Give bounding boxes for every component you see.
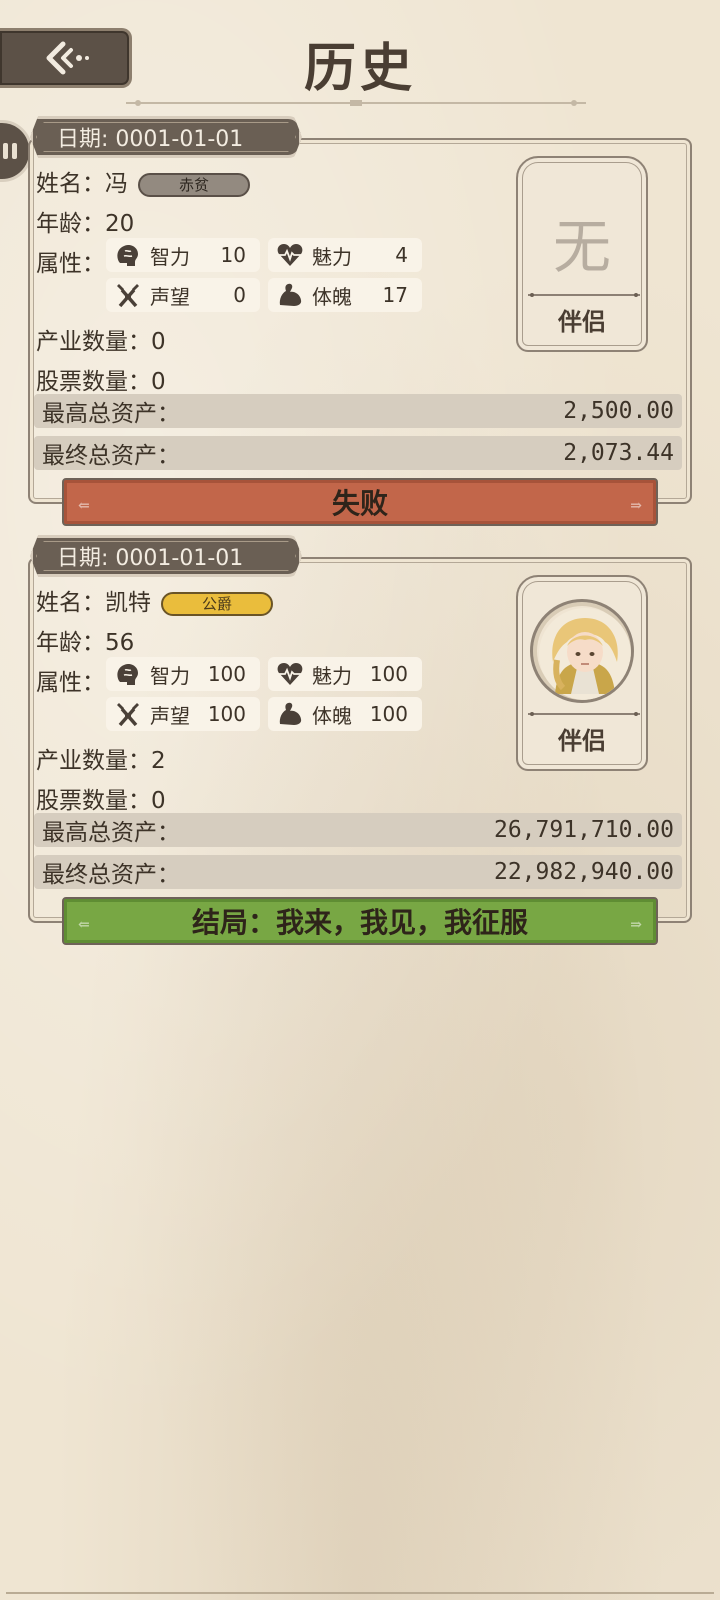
stat-reputation: 声望 0 bbox=[106, 278, 260, 312]
stat-physique: 体魄 100 bbox=[268, 697, 422, 731]
age-value: 56 bbox=[105, 630, 135, 656]
result-banner: ⇐ 失败 ⇒ bbox=[62, 478, 658, 526]
stock-row: 股票数量：0 bbox=[36, 788, 166, 814]
name-row: 姓名：冯 赤贫 bbox=[36, 164, 250, 198]
name-row: 姓名：凯特 公爵 bbox=[36, 583, 273, 617]
stat-intelligence: 智力 100 bbox=[106, 657, 260, 691]
stat-charm: 魅力 4 bbox=[268, 238, 422, 272]
result-text: 失败 bbox=[331, 487, 388, 520]
crossed-hammers-icon bbox=[117, 284, 139, 308]
final-assets-value: 22,982,940.00 bbox=[493, 859, 674, 885]
partner-empty-text: 无 bbox=[552, 213, 611, 281]
reputation-value: 100 bbox=[207, 702, 246, 726]
brain-icon bbox=[117, 244, 138, 266]
final-assets-value: 2,073.44 bbox=[563, 440, 674, 466]
page-bottom-frame bbox=[6, 1560, 714, 1594]
blonde-knight-portrait-icon bbox=[539, 608, 631, 700]
max-assets-value: 2,500.00 bbox=[563, 398, 674, 424]
intelligence-value: 10 bbox=[220, 243, 246, 267]
age-value: 20 bbox=[105, 211, 135, 237]
partner-divider bbox=[528, 712, 640, 716]
charm-value: 100 bbox=[369, 662, 408, 686]
date-tab: 日期: 0001-01-01 bbox=[30, 535, 302, 577]
final-assets-row: 最终总资产： 2,073.44 bbox=[34, 436, 682, 470]
charm-value: 4 bbox=[395, 243, 408, 267]
attributes-label: 属性： bbox=[36, 670, 105, 696]
banner-ornament-icon: ⇐ bbox=[78, 498, 90, 514]
partner-divider bbox=[528, 293, 640, 297]
history-record: 日期: 0001-01-01 姓名：凯特 公爵 年龄：56 属性： 智力 100 … bbox=[0, 535, 720, 955]
age-row: 年龄：20 bbox=[36, 211, 135, 237]
heart-pulse-icon bbox=[277, 663, 303, 685]
intelligence-value: 100 bbox=[207, 662, 246, 686]
flexed-arm-icon bbox=[279, 283, 302, 306]
final-assets-row: 最终总资产： 22,982,940.00 bbox=[34, 855, 682, 889]
partner-avatar bbox=[530, 599, 634, 703]
attributes-label: 属性： bbox=[36, 251, 105, 277]
page-title: 历史 bbox=[303, 38, 416, 99]
stat-physique: 体魄 17 bbox=[268, 278, 422, 312]
partner-slot[interactable]: 伴侣 bbox=[516, 575, 648, 771]
result-text: 结局：我来，我见，我征服 bbox=[191, 906, 528, 939]
crossed-hammers-icon bbox=[117, 703, 139, 727]
stat-intelligence: 智力 10 bbox=[106, 238, 260, 272]
banner-ornament-icon: ⇒ bbox=[630, 498, 642, 514]
banner-ornament-icon: ⇒ bbox=[630, 917, 642, 933]
partner-label: 伴侣 bbox=[558, 307, 606, 336]
rank-badge: 赤贫 bbox=[138, 172, 250, 197]
stock-count-value: 0 bbox=[151, 788, 166, 814]
max-assets-value: 26,791,710.00 bbox=[493, 817, 674, 843]
stock-count-value: 0 bbox=[151, 369, 166, 395]
rank-badge: 公爵 bbox=[161, 591, 273, 616]
max-assets-row: 最高总资产： 2,500.00 bbox=[34, 394, 682, 428]
character-name: 冯 bbox=[105, 171, 128, 197]
date-tab: 日期: 0001-01-01 bbox=[30, 116, 302, 158]
banner-ornament-icon: ⇐ bbox=[78, 917, 90, 933]
stock-row: 股票数量：0 bbox=[36, 369, 166, 395]
partner-label: 伴侣 bbox=[558, 726, 606, 755]
character-name: 凯特 bbox=[105, 590, 151, 616]
industry-row: 产业数量：2 bbox=[36, 748, 166, 774]
stat-charm: 魅力 100 bbox=[268, 657, 422, 691]
partner-slot[interactable]: 无 伴侣 bbox=[516, 156, 648, 352]
industry-row: 产业数量：0 bbox=[36, 329, 166, 355]
physique-value: 100 bbox=[369, 702, 408, 726]
age-row: 年龄：56 bbox=[36, 630, 135, 656]
industry-count-value: 0 bbox=[151, 329, 166, 355]
physique-value: 17 bbox=[382, 283, 408, 307]
title-divider bbox=[126, 100, 586, 106]
heart-pulse-icon bbox=[277, 244, 303, 266]
industry-count-value: 2 bbox=[151, 748, 166, 774]
history-record: 日期: 0001-01-01 姓名：冯 赤贫 年龄：20 属性： 智力 10 魅力… bbox=[0, 116, 720, 536]
brain-icon bbox=[117, 663, 138, 685]
reputation-value: 0 bbox=[233, 283, 246, 307]
result-banner: ⇐ 结局：我来，我见，我征服 ⇒ bbox=[62, 897, 658, 945]
flexed-arm-icon bbox=[279, 702, 302, 725]
max-assets-row: 最高总资产： 26,791,710.00 bbox=[34, 813, 682, 847]
stat-reputation: 声望 100 bbox=[106, 697, 260, 731]
